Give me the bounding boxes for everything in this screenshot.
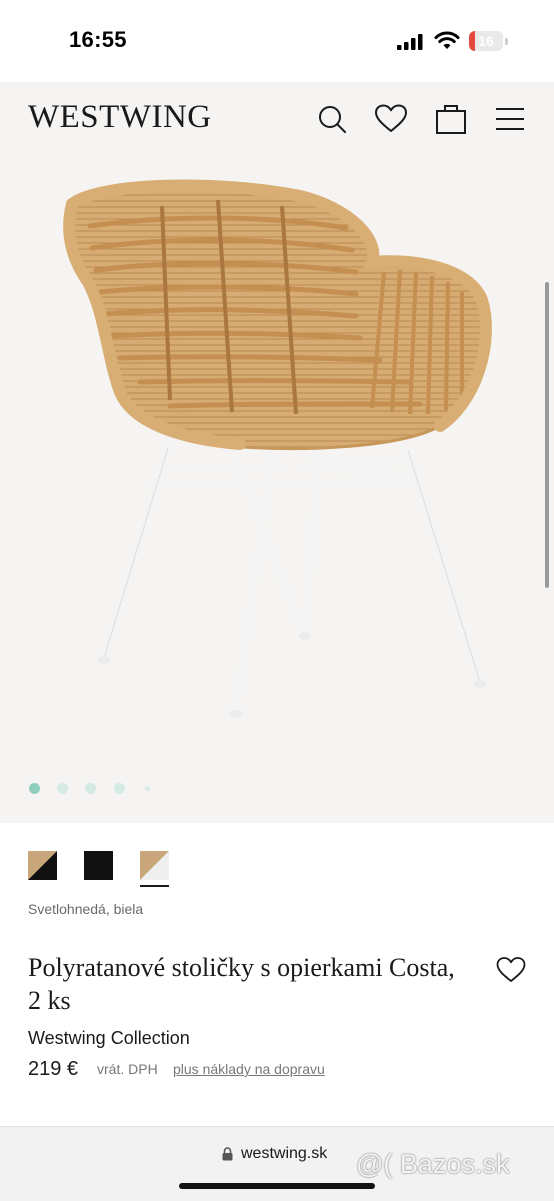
wishlist-heart-icon[interactable] <box>495 954 527 984</box>
product-image-gallery[interactable] <box>0 156 554 823</box>
wifi-icon <box>434 31 460 49</box>
lock-icon <box>222 1147 233 1161</box>
gallery-dot-4[interactable] <box>114 783 125 794</box>
menu-icon[interactable] <box>492 101 528 137</box>
swatch-tan-white[interactable] <box>140 851 169 880</box>
signal-icon <box>397 34 423 50</box>
product-price: 219 € <box>28 1058 79 1080</box>
site-header: WESTWING <box>0 82 554 156</box>
product-title: Polyratanové stoličky s opierkami Costa,… <box>28 953 455 1015</box>
battery-cap <box>505 38 508 45</box>
westwing-logo[interactable]: WESTWING <box>28 99 212 136</box>
swatch-tan-black[interactable] <box>28 851 57 880</box>
gallery-dot-2[interactable] <box>57 783 68 794</box>
home-indicator[interactable] <box>179 1183 375 1189</box>
browser-address-bar[interactable]: westwing.sk @( Bazos.sk <box>0 1126 554 1201</box>
bazos-watermark: @( Bazos.sk <box>356 1149 510 1179</box>
shipping-costs-link[interactable]: plus náklady na dopravu <box>173 1061 325 1077</box>
swatch-black[interactable] <box>84 851 113 880</box>
status-bar: 16:55 16 <box>0 0 554 82</box>
product-brand[interactable]: Westwing Collection <box>28 1028 190 1049</box>
battery-body: 16 <box>469 31 503 51</box>
heart-icon[interactable] <box>373 101 409 137</box>
selected-color-name: Svetlohnedá, biela <box>28 901 144 917</box>
search-icon[interactable] <box>314 101 350 137</box>
vat-note: vrát. DPH <box>97 1061 158 1077</box>
battery-indicator: 16 <box>469 31 509 51</box>
gallery-dot-3[interactable] <box>85 783 96 794</box>
gallery-dot-5[interactable] <box>145 786 150 791</box>
battery-percent: 16 <box>478 33 494 49</box>
status-time: 16:55 <box>69 27 127 52</box>
gallery-dot-1[interactable] <box>29 783 40 794</box>
bag-icon[interactable] <box>433 101 469 137</box>
page-scrollbar[interactable] <box>545 282 549 588</box>
rattan-chair-image <box>63 179 492 718</box>
url-text[interactable]: westwing.sk <box>241 1145 327 1163</box>
selected-swatch-indicator <box>140 885 169 887</box>
